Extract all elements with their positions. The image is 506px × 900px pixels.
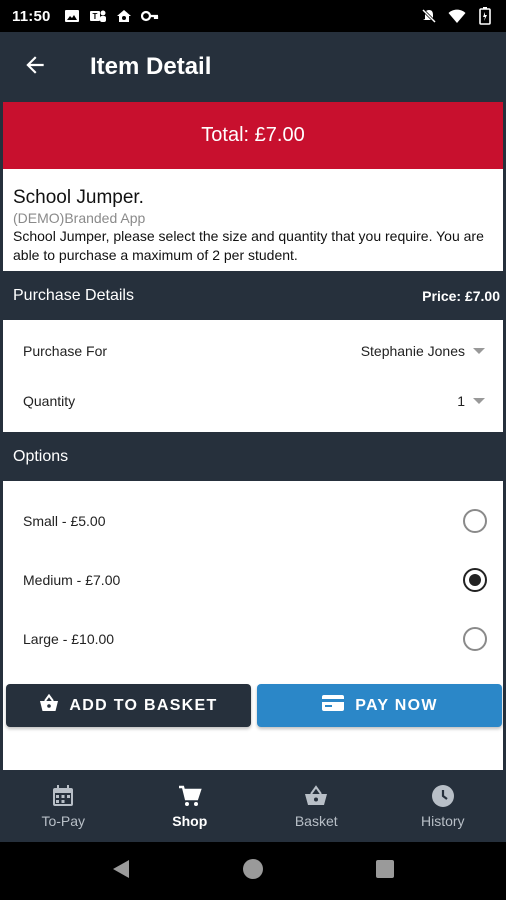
option-label: Medium - £7.00 bbox=[23, 571, 121, 588]
nav-basket[interactable]: Basket bbox=[253, 770, 380, 842]
recents-square-icon[interactable] bbox=[376, 859, 394, 883]
status-bar: 11:50 T bbox=[0, 0, 506, 32]
dropdown-arrow-icon bbox=[473, 398, 485, 404]
back-button[interactable] bbox=[0, 32, 70, 102]
nav-history[interactable]: History bbox=[380, 770, 506, 842]
battery-icon bbox=[476, 7, 494, 25]
option-radio[interactable] bbox=[463, 567, 487, 592]
total-label: Total: £7.00 bbox=[201, 124, 305, 146]
credit-card-icon bbox=[321, 694, 345, 717]
option-large[interactable]: Large - £10.00 bbox=[3, 609, 503, 668]
basket-icon bbox=[39, 693, 59, 717]
app-bar: Item Detail bbox=[0, 32, 506, 102]
item-name: School Jumper. bbox=[13, 187, 144, 208]
nav-label: History bbox=[420, 813, 465, 829]
key-icon bbox=[140, 7, 159, 25]
purchase-details-header: Purchase Details Price: £7.00 bbox=[0, 271, 506, 320]
system-nav-bar bbox=[0, 842, 506, 900]
quantity-row[interactable]: Quantity 1 bbox=[3, 376, 503, 426]
nav-label: Basket bbox=[294, 813, 338, 829]
dropdown-arrow-icon bbox=[473, 348, 485, 354]
item-card: School Jumper. (DEMO)Branded App School … bbox=[3, 169, 503, 271]
option-small[interactable]: Small - £5.00 bbox=[3, 491, 503, 550]
home-icon bbox=[115, 7, 133, 25]
purchase-for-value: Stephanie Jones bbox=[360, 343, 465, 359]
image-icon bbox=[63, 7, 81, 25]
total-banner: Total: £7.00 bbox=[3, 102, 503, 169]
status-time: 11:50 bbox=[12, 7, 51, 25]
radio-selected-dot bbox=[469, 573, 481, 586]
purchase-for-row[interactable]: Purchase For Stephanie Jones bbox=[3, 326, 503, 376]
purchase-details-title: Purchase Details bbox=[13, 286, 134, 304]
purchase-for-label: Purchase For bbox=[23, 343, 108, 359]
quantity-label: Quantity bbox=[23, 393, 76, 409]
item-shop: (DEMO)Branded App bbox=[13, 210, 146, 226]
page-title: Item Detail bbox=[90, 53, 212, 80]
clock-icon bbox=[430, 783, 456, 809]
cart-icon bbox=[177, 783, 203, 809]
nav-label: To-Pay bbox=[41, 813, 86, 829]
option-label: Large - £10.00 bbox=[23, 630, 115, 647]
wifi-icon bbox=[448, 7, 466, 25]
option-label: Small - £5.00 bbox=[23, 512, 106, 529]
add-to-basket-label: ADD TO BASKET bbox=[69, 696, 218, 714]
purchase-for-select[interactable]: Stephanie Jones bbox=[361, 343, 485, 359]
basket-icon bbox=[303, 783, 329, 809]
option-radio[interactable] bbox=[463, 626, 487, 651]
bottom-nav: To-Pay Shop Basket History bbox=[0, 770, 506, 842]
quantity-value: 1 bbox=[457, 393, 465, 409]
teams-icon: T bbox=[89, 7, 107, 25]
quantity-select[interactable]: 1 bbox=[457, 393, 485, 409]
pay-now-label: PAY NOW bbox=[355, 696, 438, 714]
purchase-details-card: Purchase For Stephanie Jones Quantity 1 bbox=[3, 320, 503, 432]
calendar-icon bbox=[50, 783, 76, 809]
options-header: Options bbox=[0, 432, 506, 481]
nav-shop[interactable]: Shop bbox=[127, 770, 254, 842]
item-price: Price: £7.00 bbox=[422, 287, 500, 304]
option-medium[interactable]: Medium - £7.00 bbox=[3, 550, 503, 609]
back-triangle-icon[interactable] bbox=[112, 859, 130, 884]
home-circle-icon[interactable] bbox=[242, 858, 264, 885]
option-radio[interactable] bbox=[463, 508, 487, 533]
pay-now-button[interactable]: PAY NOW bbox=[257, 684, 502, 727]
item-description: School Jumper, please select the size an… bbox=[13, 228, 484, 263]
mute-icon bbox=[420, 7, 438, 25]
svg-text:T: T bbox=[92, 12, 97, 21]
nav-label: Shop bbox=[172, 813, 208, 829]
arrow-left-icon bbox=[22, 52, 48, 83]
add-to-basket-button[interactable]: ADD TO BASKET bbox=[6, 684, 251, 727]
nav-to-pay[interactable]: To-Pay bbox=[0, 770, 127, 842]
options-title: Options bbox=[13, 447, 69, 465]
